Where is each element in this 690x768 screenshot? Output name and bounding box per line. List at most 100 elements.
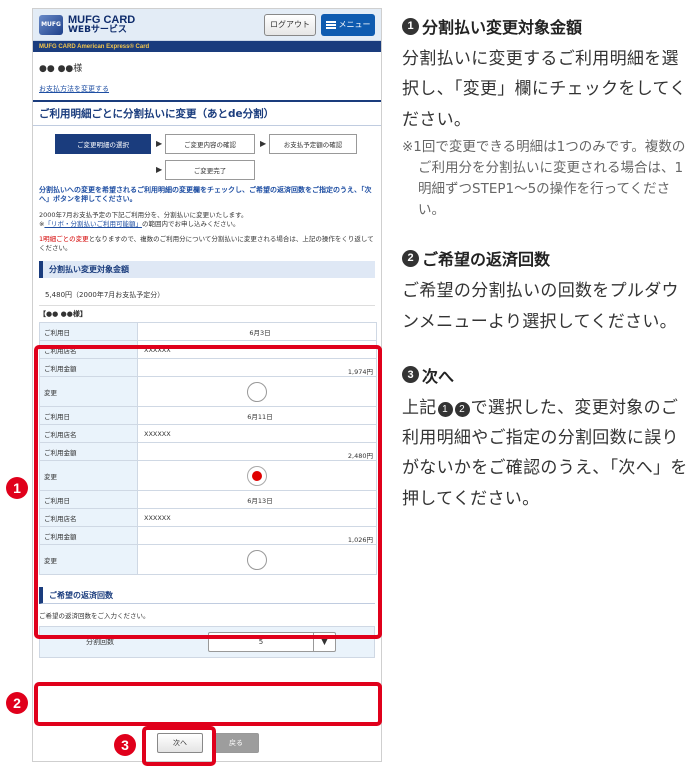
store-value: XXXXXX <box>137 424 377 444</box>
explanation-panel: 1 分割払い変更対象金額 分割払いに変更するご利用明細を選択し、「変更」欄にチェ… <box>402 14 688 514</box>
step-number-3: 3 <box>402 366 419 384</box>
brand-line1: MUFG CARD <box>68 13 136 26</box>
step-number-2: 2 <box>402 249 419 267</box>
step-indicator: ご変更明細の選択 ▶ ご変更内容の確認 ▶ お支払予定額の確認 ▶ ご変更完了 <box>33 126 381 186</box>
page-title: ご利用明細ごとに分割払いに変更（あとde分割） <box>33 100 381 126</box>
next-button[interactable]: 次へ <box>157 733 203 753</box>
installment-label: 分割回数 <box>86 638 114 647</box>
brand-strip: MUFG CARD American Express® Card <box>33 41 381 52</box>
table-row: ご利用店名 XXXXXX <box>39 508 377 528</box>
caution-red-text: 1明細ごとの変更 <box>39 235 89 244</box>
step-2: ご変更内容の確認 <box>165 134 255 154</box>
phone-screen: MUFG MUFG CARD WEBサービス ログアウト メニュー MUFG C… <box>32 8 382 762</box>
store-value: XXXXXX <box>137 508 377 528</box>
step-1: ご変更明細の選択 <box>55 134 151 154</box>
installment-row: 分割回数 5 ▼ <box>39 626 375 659</box>
change-label: 変更 <box>39 376 138 408</box>
store-value: XXXXXX <box>137 340 377 360</box>
amount-label: ご利用金額 <box>39 442 138 462</box>
explain-title-2-text: ご希望の返済回数 <box>422 250 551 270</box>
change-radio-1[interactable] <box>247 381 267 402</box>
table-row: ご利用金額 1,026円 <box>39 526 377 546</box>
callout-badge-2: 2 <box>6 692 28 714</box>
table-row: ご利用金額 1,974円 <box>39 358 377 378</box>
explain-title-2: 2 ご希望の返済回数 <box>402 246 688 270</box>
date-value: 6月3日 <box>137 322 377 342</box>
step-arrow-icon: ▶ <box>156 139 163 148</box>
section-target-amount: 分割払い変更対象金額 <box>39 261 375 279</box>
breadcrumb-link[interactable]: お支払方法を変更する <box>33 74 381 94</box>
available-amount-link[interactable]: 「リボ・分割払いご利用可能額」 <box>44 220 142 228</box>
change-label: 変更 <box>39 460 138 492</box>
mufg-logo-icon: MUFG <box>39 14 63 35</box>
table-row: ご利用金額 2,480円 <box>39 442 377 462</box>
change-cell <box>137 544 377 576</box>
brand-line2: WEBサービス <box>68 24 127 35</box>
info-paragraph: 2000年7月お支払予定の下記ご利用分を、分割払いに変更いたします。 ※「リボ・… <box>33 205 381 229</box>
step-3: お支払予定額の確認 <box>269 134 357 154</box>
callout-badge-1: 1 <box>6 477 28 499</box>
amount-value: 1,026円 <box>137 526 377 546</box>
change-cell <box>137 460 377 492</box>
store-label: ご利用店名 <box>39 340 138 360</box>
explain-body-3-prefix: 上記 <box>402 397 437 418</box>
step-number-ref-2: 2 <box>454 402 470 418</box>
change-cell <box>137 376 377 408</box>
date-label: ご利用日 <box>39 490 138 510</box>
date-value: 6月11日 <box>137 406 377 426</box>
table-row: 変更 <box>39 376 377 408</box>
step-number-ref-1: 1 <box>437 402 453 418</box>
installment-value: 5 <box>258 638 264 647</box>
callout-badge-3: 3 <box>114 734 136 756</box>
table-row: ご利用日 6月3日 <box>39 322 377 342</box>
repayment-help-text: ご希望の返済回数をご入力ください。 <box>39 612 150 621</box>
table-row: ご利用店名 XXXXXX <box>39 340 377 360</box>
store-label: ご利用店名 <box>39 424 138 444</box>
caution-text: となりますので、複数のご利用分について分割払いに変更される場合は、上記の操作をく… <box>39 235 374 253</box>
user-subheading: 【●● ●●様】 <box>39 310 87 319</box>
info-text: 2000年7月お支払予定の下記ご利用分を、分割払いに変更いたします。 <box>39 210 248 219</box>
button-row: 次へ 戻る <box>33 733 381 753</box>
amount-value: 2,480円 <box>137 442 377 462</box>
table-row: ご利用日 6月13日 <box>39 490 377 510</box>
change-label: 変更 <box>39 544 138 576</box>
explain-title-1-text: 分割払い変更対象金額 <box>422 18 583 37</box>
table-row: 変更 <box>39 460 377 492</box>
explain-body-2: ご希望の分割払いの回数をプルダウンメニューより選択してください。 <box>402 281 679 332</box>
user-name: ●● ●●様 <box>39 64 83 74</box>
explain-title-3-text: 次へ <box>422 366 455 386</box>
table-row: 変更 <box>39 544 377 576</box>
explain-note-1: ※1回で変更できる明細は1つのみです。複数のご利用分を分割払いに変更される場合は… <box>402 138 686 218</box>
hamburger-icon <box>325 20 336 29</box>
back-button[interactable]: 戻る <box>213 733 259 753</box>
explain-body-1: 分割払いに変更するご利用明細を選択し、「変更」欄にチェックをしてください。 <box>402 49 687 130</box>
date-label: ご利用日 <box>39 322 138 342</box>
explain-title-3: 3 次へ <box>402 363 688 387</box>
info-note-suffix: の範囲内でお申し込みください。 <box>141 219 240 228</box>
installment-select[interactable]: 5 ▼ <box>208 632 336 653</box>
change-radio-2[interactable] <box>247 465 267 486</box>
explain-body-3: 上記 1 2 で選択した、変更対象のご利用明細やご指定の分割回数に誤りがないかをご確認… <box>402 393 688 514</box>
step-arrow-icon: ▶ <box>260 139 267 148</box>
brand-logo-text: MUFG CARD WEBサービス <box>68 13 136 35</box>
amount-value: 1,974円 <box>137 358 377 378</box>
change-radio-3[interactable] <box>247 549 267 570</box>
step-4: ご変更完了 <box>165 160 255 180</box>
step-number-1: 1 <box>402 17 419 35</box>
table-row: ご利用日 6月11日 <box>39 406 377 426</box>
caution-paragraph: 1明細ごとの変更となりますので、複数のご利用分について分割払いに変更される場合は… <box>33 229 381 253</box>
menu-button-label: メニュー <box>338 20 371 29</box>
step-arrow-icon: ▶ <box>156 165 163 174</box>
target-amount: 5,480円（2000年7月お支払予定分） <box>39 282 375 307</box>
date-label: ご利用日 <box>39 406 138 426</box>
instruction-notice: 分割払いへの変更を希望されるご利用明細の変更欄をチェックし、ご希望の返済回数をご… <box>39 186 372 204</box>
section-repayment-count: ご希望の返済回数 <box>39 587 375 605</box>
menu-button[interactable]: メニュー <box>321 13 375 36</box>
table-row: ご利用店名 XXXXXX <box>39 424 377 444</box>
explain-title-1: 1 分割払い変更対象金額 <box>402 14 688 38</box>
date-value: 6月13日 <box>137 490 377 510</box>
amount-label: ご利用金額 <box>39 526 138 546</box>
detail-table: ご利用日 6月3日 ご利用店名 XXXXXX ご利用金額 1,974円 変更 ご… <box>39 322 377 576</box>
logout-button[interactable]: ログアウト <box>264 13 316 36</box>
amount-label: ご利用金額 <box>39 358 138 378</box>
